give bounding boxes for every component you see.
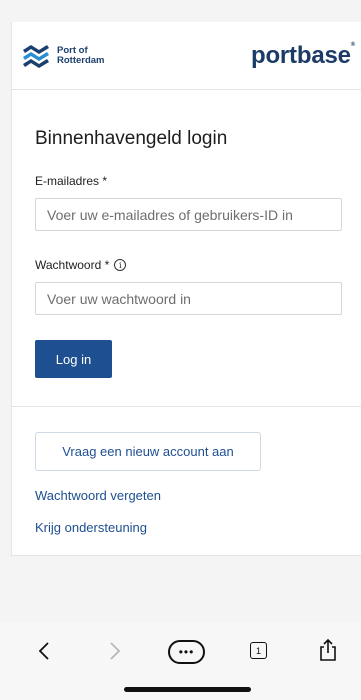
port-of-rotterdam-icon — [23, 45, 49, 68]
password-field[interactable]: Voer uw wachtwoord in — [35, 282, 342, 315]
share-icon[interactable] — [318, 638, 338, 662]
support-link[interactable]: Krijg ondersteuning — [35, 520, 147, 535]
info-icon[interactable]: i — [114, 259, 127, 271]
port-of-rotterdam-logo: Port of Rotterdam — [21, 43, 105, 69]
port-of-rotterdam-text: Port of Rotterdam — [57, 46, 105, 66]
login-button[interactable]: Log in — [35, 340, 112, 378]
back-icon[interactable] — [38, 642, 50, 664]
password-label-row: Wachtwoord * i — [35, 258, 127, 272]
forward-icon[interactable] — [109, 642, 121, 664]
more-icon[interactable]: ••• — [168, 640, 205, 664]
registered-mark: ® — [350, 42, 355, 48]
new-account-button[interactable]: Vraag een nieuw account aan — [35, 432, 261, 471]
header: Port of Rotterdam portbase® — [12, 22, 361, 90]
email-field[interactable]: Voer uw e-mailadres of gebruikers-ID in — [35, 198, 342, 231]
status-bar — [0, 0, 361, 22]
password-label: Wachtwoord * — [35, 258, 110, 272]
tabs-icon[interactable]: 1 — [250, 642, 267, 659]
login-card: Port of Rotterdam portbase® Binnenhaveng… — [11, 22, 361, 556]
divider — [12, 406, 361, 407]
portbase-logo-text: portbase — [251, 42, 351, 69]
por-line2: Rotterdam — [57, 55, 105, 66]
portbase-logo: portbase® — [251, 42, 355, 70]
page-title: Binnenhavengeld login — [35, 128, 228, 149]
email-label: E-mailadres * — [35, 174, 108, 188]
home-indicator — [124, 687, 251, 692]
forgot-password-link[interactable]: Wachtwoord vergeten — [35, 488, 161, 503]
